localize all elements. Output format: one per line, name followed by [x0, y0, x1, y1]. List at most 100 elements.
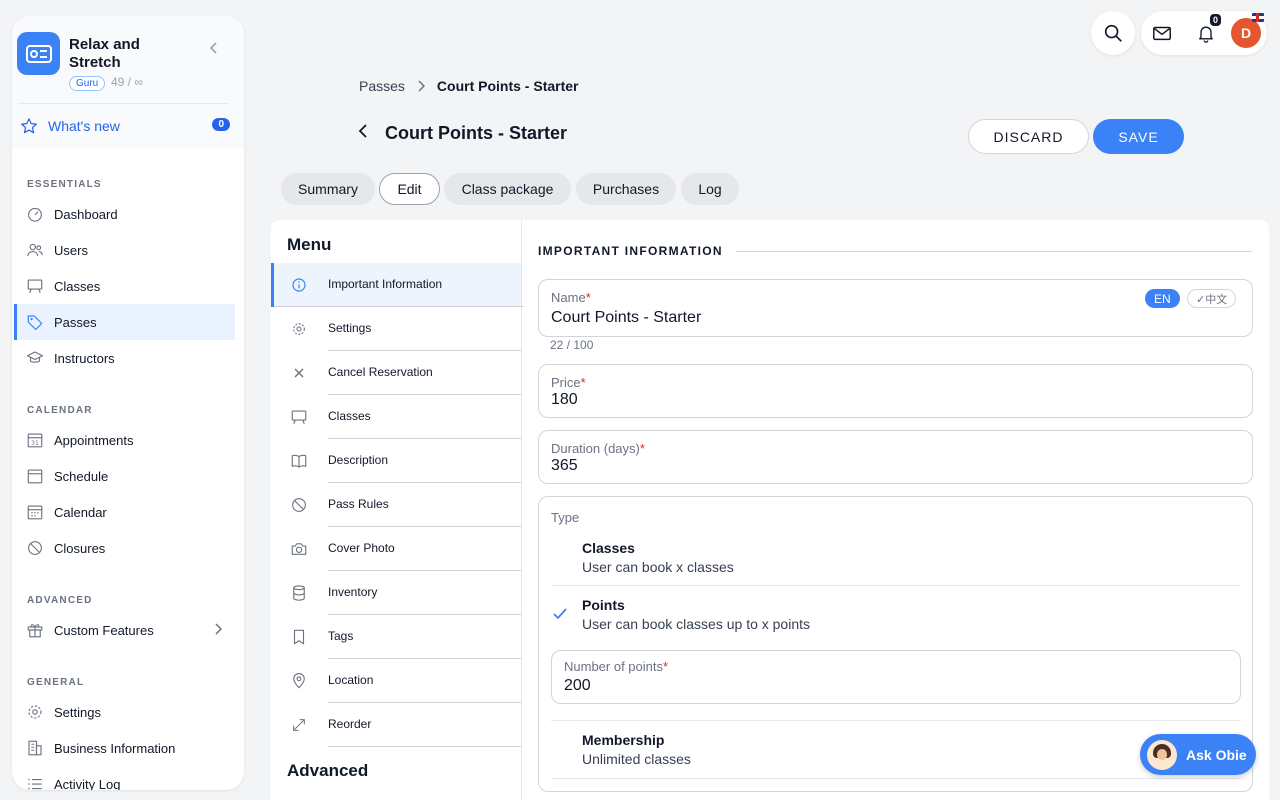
- expand-arrows-icon: [290, 716, 308, 734]
- sidebar-item-settings[interactable]: Settings: [14, 694, 235, 730]
- menu-item-inventory[interactable]: Inventory: [271, 571, 521, 615]
- sidebar-item-label: Classes: [54, 278, 101, 294]
- sidebar-item-business-information[interactable]: Business Information: [14, 730, 235, 766]
- ask-obie-button[interactable]: Ask Obie: [1140, 734, 1256, 775]
- whats-new-link[interactable]: What's new 0: [20, 115, 230, 137]
- duration-input[interactable]: [551, 457, 1111, 475]
- menu-item-label: Settings: [328, 321, 372, 335]
- save-button[interactable]: SAVE: [1093, 119, 1184, 154]
- dashboard-icon: [26, 205, 44, 223]
- type-option-membership[interactable]: Membership Unlimited classes: [551, 732, 1241, 772]
- sidebar-item-dashboard[interactable]: Dashboard: [14, 196, 235, 232]
- language-en-button[interactable]: EN: [1145, 289, 1180, 308]
- plan-badge: Guru: [69, 76, 106, 91]
- tab-edit[interactable]: Edit: [379, 173, 440, 205]
- brand-header: Relax and Stretch Guru 49 / ∞ What's new…: [12, 16, 244, 148]
- menu-item-cancel-reservation[interactable]: Cancel Reservation: [271, 351, 521, 395]
- sidebar-item-label: Settings: [54, 704, 101, 720]
- sidebar-item-label: Activity Log: [54, 776, 121, 791]
- option-name: Membership: [582, 732, 665, 748]
- name-label: Name*: [551, 290, 591, 305]
- menu-item-tags[interactable]: Tags: [271, 615, 521, 659]
- divider: [551, 720, 1241, 721]
- sidebar-item-label: Passes: [54, 314, 97, 330]
- mail-icon[interactable]: [1151, 23, 1173, 43]
- menu-item-location[interactable]: Location: [271, 659, 521, 703]
- menu-item-label: Reorder: [328, 717, 372, 731]
- sidebar-item-users[interactable]: Users: [14, 232, 235, 268]
- svg-text:31: 31: [31, 440, 39, 447]
- database-icon: [290, 584, 308, 602]
- option-name: Points: [582, 597, 625, 613]
- sidebar-item-instructors[interactable]: Instructors: [14, 340, 235, 376]
- avatar[interactable]: D: [1231, 18, 1261, 48]
- menu-item-cover-photo[interactable]: Cover Photo: [271, 527, 521, 571]
- check-icon: [553, 608, 567, 620]
- tab-class-package[interactable]: Class package: [444, 173, 571, 205]
- menu-item-settings[interactable]: Settings: [271, 307, 521, 351]
- name-input[interactable]: [551, 309, 1111, 327]
- option-description: Unlimited classes: [582, 751, 691, 767]
- name-field[interactable]: Name* EN ✓中文: [538, 279, 1253, 337]
- sidebar-item-label: Closures: [54, 540, 106, 556]
- sidebar-item-closures[interactable]: Closures: [14, 530, 235, 566]
- sidebar-item-classes[interactable]: Classes: [14, 268, 235, 304]
- menu-item-label: Inventory: [328, 585, 378, 599]
- tab-summary[interactable]: Summary: [281, 173, 375, 205]
- search-button[interactable]: [1091, 11, 1135, 55]
- uk-flag-icon[interactable]: [1252, 13, 1264, 22]
- sidebar-item-label: Appointments: [54, 432, 134, 448]
- gift-icon: [26, 621, 44, 639]
- sidebar-item-custom-features[interactable]: Custom Features: [14, 612, 235, 648]
- duration-label: Duration (days)*: [551, 441, 645, 456]
- calendar-31-icon: 31: [26, 431, 44, 449]
- gear-icon: [26, 703, 44, 721]
- member-count: 49 / ∞: [111, 75, 143, 89]
- price-field[interactable]: Price*: [538, 364, 1253, 418]
- sidebar-item-passes[interactable]: Passes: [14, 304, 235, 340]
- menu-item-description[interactable]: Description: [271, 439, 521, 483]
- menu-item-reorder[interactable]: Reorder: [271, 703, 521, 747]
- sidebar-item-calendar[interactable]: Calendar: [14, 494, 235, 530]
- section-title-general: GENERAL: [27, 677, 85, 688]
- gear-icon: [290, 320, 308, 338]
- number-of-points-field[interactable]: Number of points*: [551, 650, 1241, 704]
- type-option-points[interactable]: Points User can book classes up to x poi…: [551, 597, 1241, 637]
- ban-icon: [26, 539, 44, 557]
- menu-item-important-information[interactable]: Important Information: [271, 263, 524, 307]
- sidebar-item-label: Calendar: [54, 504, 107, 520]
- sidebar-item-appointments[interactable]: 31 Appointments: [14, 422, 235, 458]
- sidebar-item-schedule[interactable]: Schedule: [14, 458, 235, 494]
- menu-title: Menu: [287, 235, 332, 254]
- price-label: Price*: [551, 375, 586, 390]
- bookmark-icon: [290, 628, 308, 646]
- menu-item-pass-rules[interactable]: Pass Rules: [271, 483, 521, 527]
- menu-item-label: Description: [328, 453, 389, 467]
- search-icon: [1104, 24, 1122, 42]
- book-icon: [290, 452, 308, 470]
- brand-logo[interactable]: [17, 32, 60, 75]
- language-zh-button[interactable]: ✓中文: [1187, 289, 1237, 308]
- chevron-right-icon: [418, 80, 425, 92]
- duration-field[interactable]: Duration (days)*: [538, 430, 1253, 484]
- number-of-points-input[interactable]: [564, 677, 964, 695]
- price-input[interactable]: [551, 391, 1111, 409]
- type-option-classes[interactable]: Classes User can book x classes: [551, 540, 1241, 580]
- divider: [551, 585, 1241, 586]
- sidebar-item-activity-log[interactable]: Activity Log: [14, 766, 235, 790]
- x-icon: [290, 364, 308, 382]
- breadcrumb-passes-link[interactable]: Passes: [359, 78, 405, 94]
- tab-purchases[interactable]: Purchases: [576, 173, 676, 205]
- discard-button[interactable]: DISCARD: [968, 119, 1089, 154]
- menu-item-classes[interactable]: Classes: [271, 395, 521, 439]
- tab-log[interactable]: Log: [681, 173, 739, 205]
- sidebar-item-label: Instructors: [54, 350, 115, 366]
- option-description: User can book classes up to x points: [582, 616, 811, 632]
- sidebar: Relax and Stretch Guru 49 / ∞ What's new…: [12, 16, 244, 790]
- name-char-count: 22 / 100: [550, 338, 594, 352]
- section-title-calendar: CALENDAR: [27, 405, 93, 416]
- sidebar-item-label: Users: [54, 242, 88, 258]
- sidebar-item-label: Custom Features: [54, 622, 154, 638]
- back-arrow-icon[interactable]: [355, 123, 371, 139]
- collapse-sidebar-icon[interactable]: [206, 40, 222, 56]
